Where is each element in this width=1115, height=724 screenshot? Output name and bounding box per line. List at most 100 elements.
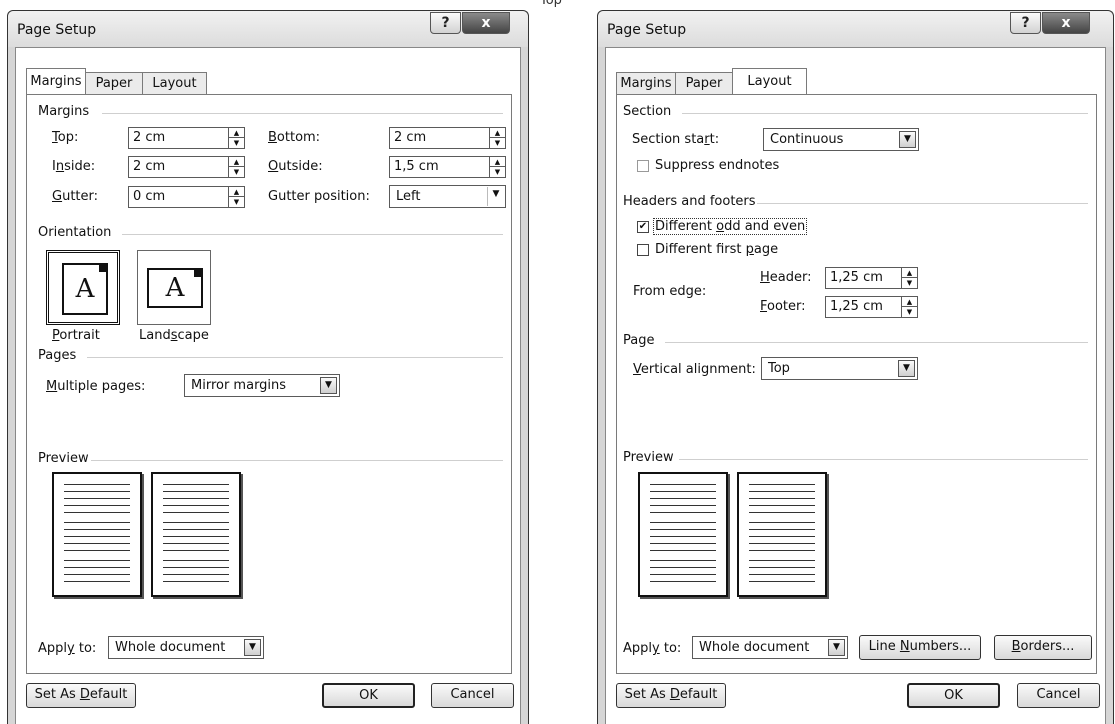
section-section-title: Section <box>623 104 672 119</box>
spinner-arrows[interactable]: ▲ ▼ <box>228 187 244 207</box>
portrait-option[interactable]: A <box>46 250 120 325</box>
tab-paper[interactable]: Paper <box>675 72 733 94</box>
vertical-alignment-value[interactable]: Top <box>768 361 790 376</box>
close-button[interactable]: x <box>462 12 510 34</box>
tab-margins[interactable]: Margins <box>616 72 676 94</box>
gutter-spinner[interactable]: 0 cm ▲ ▼ <box>128 186 245 208</box>
portrait-label[interactable]: Portrait <box>52 328 100 343</box>
gutter-position-value[interactable]: Left <box>396 189 420 204</box>
chevron-down-icon[interactable]: ▼ <box>898 360 915 377</box>
tab-layout[interactable]: Layout <box>732 68 807 94</box>
spin-down-icon[interactable]: ▼ <box>902 278 917 288</box>
preview-page-left <box>52 472 142 597</box>
tab-paper[interactable]: Paper <box>85 72 143 94</box>
spinner-arrows[interactable]: ▲ ▼ <box>489 157 505 177</box>
spin-down-icon[interactable]: ▼ <box>490 138 505 148</box>
cancel-button[interactable]: Cancel <box>1017 683 1100 708</box>
chevron-down-icon[interactable]: ▼ <box>899 131 916 148</box>
preview-text-line <box>163 567 229 568</box>
outside-margin-spinner[interactable]: 1,5 cm ▲ ▼ <box>389 156 506 178</box>
spin-down-icon[interactable]: ▼ <box>902 307 917 317</box>
preview-text-line <box>163 491 229 492</box>
preview-text-line <box>64 581 130 582</box>
apply-to-value[interactable]: Whole document <box>699 640 809 655</box>
layout-tab-panel: Section Section start: Continuous ▼ Supp… <box>616 94 1097 674</box>
header-distance-value[interactable]: 1,25 cm <box>830 270 883 285</box>
gutter-position-dropdown[interactable]: Left ▼ <box>389 185 506 208</box>
ok-button[interactable]: OK <box>907 683 1000 708</box>
footer-distance-value[interactable]: 1,25 cm <box>830 299 883 314</box>
preview-text-line <box>64 505 130 506</box>
ok-button[interactable]: OK <box>322 683 415 708</box>
spin-up-icon[interactable]: ▲ <box>490 128 505 138</box>
spin-up-icon[interactable]: ▲ <box>229 128 244 138</box>
preview-text-line <box>64 491 130 492</box>
spin-down-icon[interactable]: ▼ <box>490 167 505 177</box>
help-button[interactable]: ? <box>1010 12 1041 34</box>
apply-to-dropdown[interactable]: Whole document ▼ <box>692 636 848 659</box>
vertical-alignment-dropdown[interactable]: Top ▼ <box>761 357 918 380</box>
outside-margin-label: Outside: <box>268 159 323 174</box>
chevron-down-icon[interactable]: ▼ <box>320 377 337 394</box>
borders-button[interactable]: Borders... <box>994 635 1092 660</box>
divider <box>102 113 503 114</box>
section-start-label: Section start: <box>632 132 720 147</box>
apply-to-value[interactable]: Whole document <box>115 640 225 655</box>
set-as-default-button[interactable]: Set As Default <box>616 683 726 708</box>
chevron-down-icon[interactable]: ▼ <box>244 639 261 656</box>
line-numbers-button[interactable]: Line Numbers... <box>859 635 981 660</box>
tab-layout[interactable]: Layout <box>142 72 207 94</box>
spinner-arrows[interactable]: ▲ ▼ <box>228 128 244 148</box>
section-start-dropdown[interactable]: Continuous ▼ <box>763 128 919 151</box>
spin-up-icon[interactable]: ▲ <box>229 187 244 197</box>
spin-down-icon[interactable]: ▼ <box>229 167 244 177</box>
header-distance-spinner[interactable]: 1,25 cm ▲ ▼ <box>825 267 918 289</box>
spin-up-icon[interactable]: ▲ <box>902 297 917 307</box>
spin-down-icon[interactable]: ▼ <box>229 197 244 207</box>
multiple-pages-value[interactable]: Mirror margins <box>191 378 286 393</box>
preview-text-line <box>163 581 229 582</box>
spinner-arrows[interactable]: ▲ ▼ <box>489 128 505 148</box>
suppress-endnotes-checkbox[interactable] <box>637 160 649 172</box>
bottom-margin-value[interactable]: 2 cm <box>394 130 426 145</box>
gutter-label: Gutter: <box>52 189 99 204</box>
divider <box>87 357 503 358</box>
multiple-pages-dropdown[interactable]: Mirror margins ▼ <box>184 374 340 397</box>
spin-down-icon[interactable]: ▼ <box>229 138 244 148</box>
inside-margin-value[interactable]: 2 cm <box>133 159 165 174</box>
different-first-page-checkbox[interactable] <box>637 244 649 256</box>
landscape-label[interactable]: Landscape <box>139 328 209 343</box>
preview-text-line <box>163 574 229 575</box>
top-margin-value[interactable]: 2 cm <box>133 130 165 145</box>
preview-text-line <box>64 522 130 523</box>
section-start-value[interactable]: Continuous <box>770 132 843 147</box>
spinner-arrows[interactable]: ▲ ▼ <box>228 157 244 177</box>
pages-section-title: Pages <box>38 348 77 363</box>
landscape-option[interactable]: A <box>137 250 211 325</box>
apply-to-dropdown[interactable]: Whole document ▼ <box>108 636 264 659</box>
spin-up-icon[interactable]: ▲ <box>229 157 244 167</box>
bottom-margin-spinner[interactable]: 2 cm ▲ ▼ <box>389 127 506 149</box>
page-setup-dialog-layout: Page Setup ? x Margins Paper Layout Sect… <box>597 10 1114 724</box>
close-button[interactable]: x <box>1042 12 1090 34</box>
chevron-down-icon[interactable]: ▼ <box>828 639 845 656</box>
preview-text-line <box>163 512 229 513</box>
set-as-default-button[interactable]: Set As Default <box>26 683 136 708</box>
spin-up-icon[interactable]: ▲ <box>902 268 917 278</box>
spinner-arrows[interactable]: ▲ ▼ <box>901 297 917 317</box>
outside-margin-value[interactable]: 1,5 cm <box>394 159 439 174</box>
top-margin-label: Top: <box>52 130 79 145</box>
tab-margins[interactable]: Margins <box>26 68 86 94</box>
help-button[interactable]: ? <box>430 12 461 34</box>
spin-up-icon[interactable]: ▲ <box>490 157 505 167</box>
cancel-button[interactable]: Cancel <box>431 683 514 708</box>
chevron-down-icon[interactable]: ▼ <box>487 187 504 206</box>
different-odd-even-checkbox[interactable]: ✔ <box>637 221 649 233</box>
footer-distance-spinner[interactable]: 1,25 cm ▲ ▼ <box>825 296 918 318</box>
gutter-value[interactable]: 0 cm <box>133 189 165 204</box>
spinner-arrows[interactable]: ▲ ▼ <box>901 268 917 288</box>
inside-margin-spinner[interactable]: 2 cm ▲ ▼ <box>128 156 245 178</box>
apply-to-label: Apply to: <box>623 641 682 656</box>
preview-text-line <box>650 498 716 499</box>
top-margin-spinner[interactable]: 2 cm ▲ ▼ <box>128 127 245 149</box>
